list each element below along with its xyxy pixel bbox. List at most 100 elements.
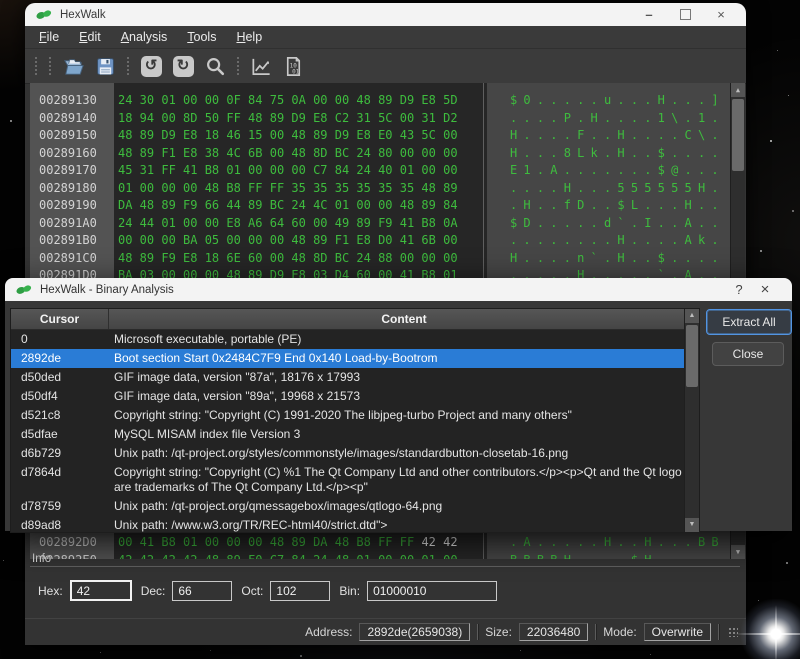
hex-address: 002891A0	[30, 215, 114, 233]
scroll-up-icon[interactable]: ▲	[731, 83, 745, 97]
bin-field-input[interactable]	[367, 581, 497, 601]
hex-ascii[interactable]: ....H...555555H.	[487, 180, 740, 198]
hex-bytes[interactable]: 00 41 B8 01 00 00 00 48 89 DA 48 B8 FF F…	[118, 534, 458, 552]
hex-bytes[interactable]: 01 00 00 00 48 B8 FF FF 35 35 35 35 35 3…	[118, 180, 458, 198]
star	[788, 95, 789, 96]
analysis-cursor: d78759	[11, 497, 108, 516]
analysis-table: Cursor Content 0Microsoft executable, po…	[10, 308, 700, 533]
maximize-button[interactable]	[670, 6, 700, 24]
analysis-content: GIF image data, version "89a", 19968 x 2…	[108, 387, 699, 406]
hex-bytes[interactable]: 24 44 01 00 00 E8 A6 64 60 00 49 89 F9 4…	[118, 215, 458, 233]
analysis-row-d78759[interactable]: d78759Unix path: /qt-project.org/qmessag…	[11, 497, 699, 516]
hex-address: 00289150	[30, 127, 114, 145]
menu-file[interactable]: File	[29, 26, 69, 48]
oct-field-input[interactable]	[270, 581, 330, 601]
menu-analysis[interactable]: Analysis	[111, 26, 178, 48]
analysis-cursor: d89ad8	[11, 516, 108, 533]
star	[300, 655, 302, 657]
hex-row: 00289190DA 48 89 F9 66 44 89 BC 24 4C 01…	[30, 197, 745, 215]
hex-bytes[interactable]: 45 31 FF 41 B8 01 00 00 00 C7 84 24 40 0…	[118, 162, 458, 180]
redo-icon[interactable]: ↻	[169, 53, 197, 79]
hex-bytes[interactable]: 48 89 F1 E8 38 4C 6B 00 48 8D BC 24 80 0…	[118, 145, 458, 163]
hex-row: 0028915048 89 D9 E8 18 46 15 00 48 89 D9…	[30, 127, 745, 145]
hex-rows-top: 0028913024 30 01 00 00 0F 84 75 0A 00 00…	[30, 92, 745, 285]
hex-bytes[interactable]: 48 89 F9 E8 18 6E 60 00 48 8D BC 24 88 0…	[118, 250, 458, 268]
analysis-cursor: d7864d	[11, 463, 108, 497]
analysis-row-0[interactable]: 0Microsoft executable, portable (PE)	[11, 330, 699, 349]
hex-scrollbar-thumb[interactable]	[732, 99, 744, 171]
content-column-header[interactable]: Content	[109, 309, 699, 329]
binary-file-icon[interactable]: 1001	[279, 53, 307, 79]
analysis-row-d6b729[interactable]: d6b729Unix path: /qt-project.org/styles/…	[11, 444, 699, 463]
hex-address: 00289140	[30, 110, 114, 128]
analysis-cursor: d6b729	[11, 444, 108, 463]
close-button[interactable]: ×	[706, 6, 736, 24]
undo-icon[interactable]: ↺	[137, 53, 165, 79]
analysis-row-2892de[interactable]: 2892deBoot section Start 0x2484C7F9 End …	[11, 349, 699, 368]
mode-value[interactable]: Overwrite	[644, 623, 711, 641]
open-file-icon[interactable]	[59, 53, 87, 79]
minimize-button[interactable]: –	[634, 6, 664, 24]
search-icon[interactable]	[201, 53, 229, 79]
hex-ascii[interactable]: ....P.H....1\.1.	[487, 110, 740, 128]
dec-field-input[interactable]	[172, 581, 232, 601]
menu-tools[interactable]: Tools	[177, 26, 226, 48]
analysis-row-d521c8[interactable]: d521c8Copyright string: "Copyright (C) 1…	[11, 406, 699, 425]
hex-ascii[interactable]: H....n`.H..$....	[487, 250, 740, 268]
analysis-row-d89ad8[interactable]: d89ad8Unix path: /www.w3.org/TR/REC-html…	[11, 516, 699, 533]
star	[760, 250, 762, 252]
dialog-title: HexWalk - Binary Analysis	[40, 284, 174, 296]
dialog-close-action-button[interactable]: Close	[712, 342, 784, 366]
analysis-row-d50df4[interactable]: d50df4GIF image data, version "89a", 199…	[11, 387, 699, 406]
hex-bytes[interactable]: DA 48 89 F9 66 44 89 BC 24 4C 01 00 00 4…	[118, 197, 458, 215]
dec-field-label: Dec:	[141, 584, 166, 598]
info-label: Info	[30, 553, 740, 565]
hex-row: 002891B000 00 00 BA 05 00 00 00 48 89 F1…	[30, 232, 745, 250]
toolbar: ↺↻ 1001	[25, 49, 746, 84]
star	[10, 120, 12, 122]
hex-ascii[interactable]: .A.....H..H...BB	[487, 534, 740, 552]
resize-grip[interactable]	[728, 627, 738, 637]
hex-ascii[interactable]: H....F..H....C\.	[487, 127, 740, 145]
analysis-content: Copyright string: "Copyright (C) 1991-20…	[108, 406, 699, 425]
analysis-cursor: 2892de	[11, 349, 108, 368]
cursor-column-header[interactable]: Cursor	[11, 309, 109, 329]
save-icon[interactable]	[91, 53, 119, 79]
binary-analysis-dialog: HexWalk - Binary Analysis ? × Cursor Con…	[5, 278, 792, 531]
hex-field-input[interactable]	[70, 580, 132, 601]
hex-ascii[interactable]: E1.A.......$@...	[487, 162, 740, 180]
analysis-row-d7864d[interactable]: d7864dCopyright string: "Copyright (C) %…	[11, 463, 699, 497]
hex-address: 00289160	[30, 145, 114, 163]
menu-help[interactable]: Help	[226, 26, 272, 48]
chart-icon[interactable]	[247, 53, 275, 79]
help-button[interactable]: ?	[726, 282, 752, 297]
hex-ascii[interactable]: H...8Lk.H..$....	[487, 145, 740, 163]
hex-bytes[interactable]: 24 30 01 00 00 0F 84 75 0A 00 00 48 89 D…	[118, 92, 458, 110]
hex-ascii[interactable]: $0.....u...H...]	[487, 92, 740, 110]
analysis-row-d5dfae[interactable]: d5dfaeMySQL MISAM index file Version 3	[11, 425, 699, 444]
hex-bytes[interactable]: 00 00 00 BA 05 00 00 00 48 89 F1 E8 D0 4…	[118, 232, 458, 250]
menu-edit[interactable]: Edit	[69, 26, 111, 48]
table-scrollbar-thumb[interactable]	[686, 325, 698, 387]
hex-bytes[interactable]: 18 94 00 8D 50 FF 48 89 D9 E8 C2 31 5C 0…	[118, 110, 458, 128]
hex-ascii[interactable]: $D.....d`.I..A..	[487, 215, 740, 233]
info-groupbox: Info Hex: Dec: Oct: Bin:	[30, 553, 740, 615]
analysis-row-d50ded[interactable]: d50dedGIF image data, version "87a", 181…	[11, 368, 699, 387]
hex-ascii[interactable]: .H..fD..$L...H..	[487, 197, 740, 215]
hex-ascii[interactable]: ........H....Ak.	[487, 232, 740, 250]
star	[777, 50, 778, 51]
hex-row: 0028914018 94 00 8D 50 FF 48 89 D9 E8 C2…	[30, 110, 745, 128]
size-label: Size:	[485, 625, 512, 639]
scroll-down-icon[interactable]: ▼	[685, 518, 699, 532]
table-scrollbar[interactable]: ▲ ▼	[684, 309, 699, 532]
scroll-up-icon[interactable]: ▲	[685, 309, 699, 323]
hex-address: 00289170	[30, 162, 114, 180]
hex-address: 00289130	[30, 92, 114, 110]
main-titlebar[interactable]: HexWalk – ×	[25, 3, 746, 26]
dialog-titlebar[interactable]: HexWalk - Binary Analysis ? ×	[5, 278, 792, 301]
hex-cursor-bytes[interactable]: 42 42	[414, 535, 457, 549]
hex-bytes[interactable]: 48 89 D9 E8 18 46 15 00 48 89 D9 E8 E0 4…	[118, 127, 458, 145]
extract-all-button[interactable]: Extract All	[706, 309, 792, 335]
window-title: HexWalk	[60, 9, 106, 21]
dialog-close-button[interactable]: ×	[752, 281, 778, 298]
